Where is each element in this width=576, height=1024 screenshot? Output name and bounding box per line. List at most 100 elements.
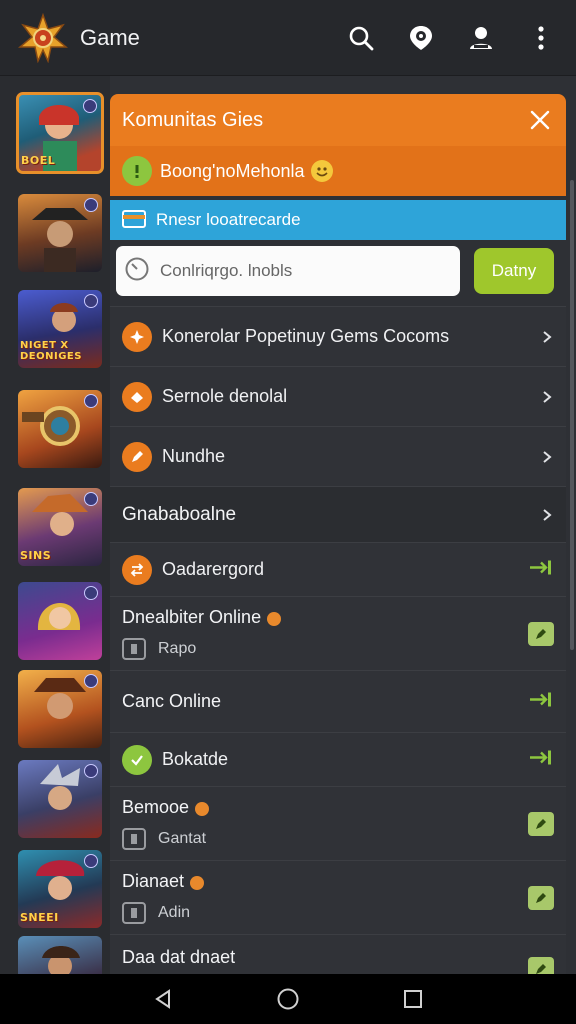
list-item-sub: Gantat (122, 828, 206, 850)
game-rail: BOEL NIGET X DEONIGES SINS SNEEI (0, 76, 110, 974)
info-banner[interactable]: Rnesr looatrecarde (110, 200, 566, 240)
chevron-right-icon (540, 508, 554, 522)
notice-banner[interactable]: Boong'noMehonla (110, 146, 566, 196)
enter-icon[interactable] (528, 748, 554, 771)
thumb-caption: SINS (20, 549, 52, 562)
swap-icon (122, 554, 152, 585)
edit-button[interactable] (528, 885, 554, 910)
edit-button[interactable] (528, 811, 554, 836)
badge-icon (84, 764, 98, 778)
game-thumbnail[interactable]: SNEEI (18, 850, 102, 928)
list-item-title: Bokatde (162, 749, 229, 769)
game-thumbnail[interactable] (18, 582, 102, 660)
list-item-title: Daa dat dnaet (122, 947, 236, 967)
notice-text: Boong'noMehonla (160, 160, 305, 181)
check-icon (122, 744, 152, 775)
recents-icon[interactable] (398, 984, 428, 1014)
search-icon[interactable] (346, 23, 376, 53)
list-item-subtitle: Gantat (158, 830, 207, 847)
back-icon[interactable] (148, 984, 178, 1014)
panel-title: Komunitas Gies (122, 108, 264, 131)
scrollbar[interactable] (570, 180, 574, 650)
game-thumbnail[interactable]: BOEL (16, 92, 104, 174)
list-item[interactable]: Bemooe Gantat (110, 786, 566, 860)
search-input[interactable] (160, 261, 450, 281)
badge-icon (84, 394, 98, 408)
list-item-subtitle: Rapo (158, 640, 197, 657)
info-text: Rnesr looatrecarde (156, 210, 301, 229)
go-button[interactable]: Datny (474, 248, 554, 294)
menu-item[interactable]: Konerolar Popetinuy Gems Cocoms (110, 306, 566, 366)
edit-button[interactable] (528, 621, 554, 646)
game-thumbnail[interactable] (18, 390, 102, 468)
flame-icon (122, 381, 152, 412)
list-item-subtitle: Adin (158, 904, 191, 921)
list-item[interactable]: Dianaet Adin (110, 860, 566, 934)
game-thumbnail[interactable]: SINS (18, 488, 102, 566)
location-icon[interactable] (406, 23, 436, 53)
more-vert-icon[interactable] (526, 23, 556, 53)
home-icon[interactable] (273, 984, 303, 1014)
menu-item-label: Nundhe (162, 446, 226, 466)
section-header[interactable]: Gnababoalne (110, 486, 566, 542)
tag-icon (122, 902, 146, 924)
close-icon[interactable] (526, 106, 554, 134)
search-box (116, 246, 460, 296)
list-item[interactable]: Oadarergord (110, 542, 566, 596)
status-dot-icon (267, 611, 282, 626)
system-nav-bar (0, 974, 576, 1024)
chevron-right-icon (540, 450, 554, 464)
list-item-title: Canc Online (122, 691, 222, 711)
section-title: Gnababoalne (122, 503, 237, 525)
list-item-title: Dianaet (122, 871, 185, 891)
badge-icon (84, 586, 98, 600)
menu-item[interactable]: Sernole denolal (110, 366, 566, 426)
badge-icon (84, 492, 98, 506)
app-logo-icon (17, 12, 69, 63)
game-thumbnail[interactable] (18, 760, 102, 838)
thumb-caption: BOEL (21, 154, 56, 167)
folder-icon (122, 208, 146, 233)
clock-search-icon (124, 256, 150, 287)
game-thumbnail[interactable]: NIGET X DEONIGES (18, 290, 102, 368)
badge-icon (84, 294, 98, 308)
list-item[interactable]: Bokatde (110, 732, 566, 786)
list-item[interactable]: Canc Online (110, 670, 566, 732)
settings-icon (122, 321, 152, 352)
badge-icon (83, 99, 97, 113)
list-item-title: Dnealbiter Online (122, 607, 262, 627)
panel-header: Komunitas Gies (110, 94, 566, 146)
chevron-right-icon (540, 390, 554, 404)
list-item[interactable]: Dnealbiter Online Rapo (110, 596, 566, 670)
thumb-caption: NIGET X DEONIGES (20, 340, 82, 362)
tag-icon (122, 828, 146, 850)
game-thumbnail[interactable] (18, 194, 102, 272)
list-item-header: Dianaet (122, 871, 205, 892)
list-item-sub: Rapo (122, 638, 196, 660)
edit-icon (122, 441, 152, 472)
list-item-header: Dnealbiter Online (122, 607, 282, 628)
enter-icon[interactable] (528, 558, 554, 581)
app-title: Game (80, 24, 140, 50)
smiley-icon (310, 160, 333, 182)
enter-icon[interactable] (528, 690, 554, 713)
tag-icon (122, 638, 146, 660)
list-item-title: Oadarergord (162, 559, 265, 579)
account-icon[interactable] (466, 23, 496, 53)
thumb-caption: SNEEI (20, 911, 59, 924)
menu-item[interactable]: Nundhe (110, 426, 566, 486)
app-root: Game BOEL NIGET X DEONIGES SINS SNEEI Ko… (0, 0, 576, 1024)
game-thumbnail[interactable] (18, 670, 102, 748)
list-item[interactable]: Daa dat dnaet (110, 934, 566, 981)
game-thumbnail[interactable] (18, 936, 102, 974)
badge-icon (84, 198, 98, 212)
list-item-header: Bemooe (122, 797, 210, 818)
list-item-sub: Adin (122, 902, 190, 924)
menu-item-label: Konerolar Popetinuy Gems Cocoms (162, 326, 450, 346)
chevron-right-icon (540, 330, 554, 344)
badge-icon (84, 854, 98, 868)
badge-icon (84, 674, 98, 688)
list-item-title: Bemooe (122, 797, 190, 817)
status-dot-icon (190, 875, 205, 890)
alert-icon (122, 156, 152, 186)
